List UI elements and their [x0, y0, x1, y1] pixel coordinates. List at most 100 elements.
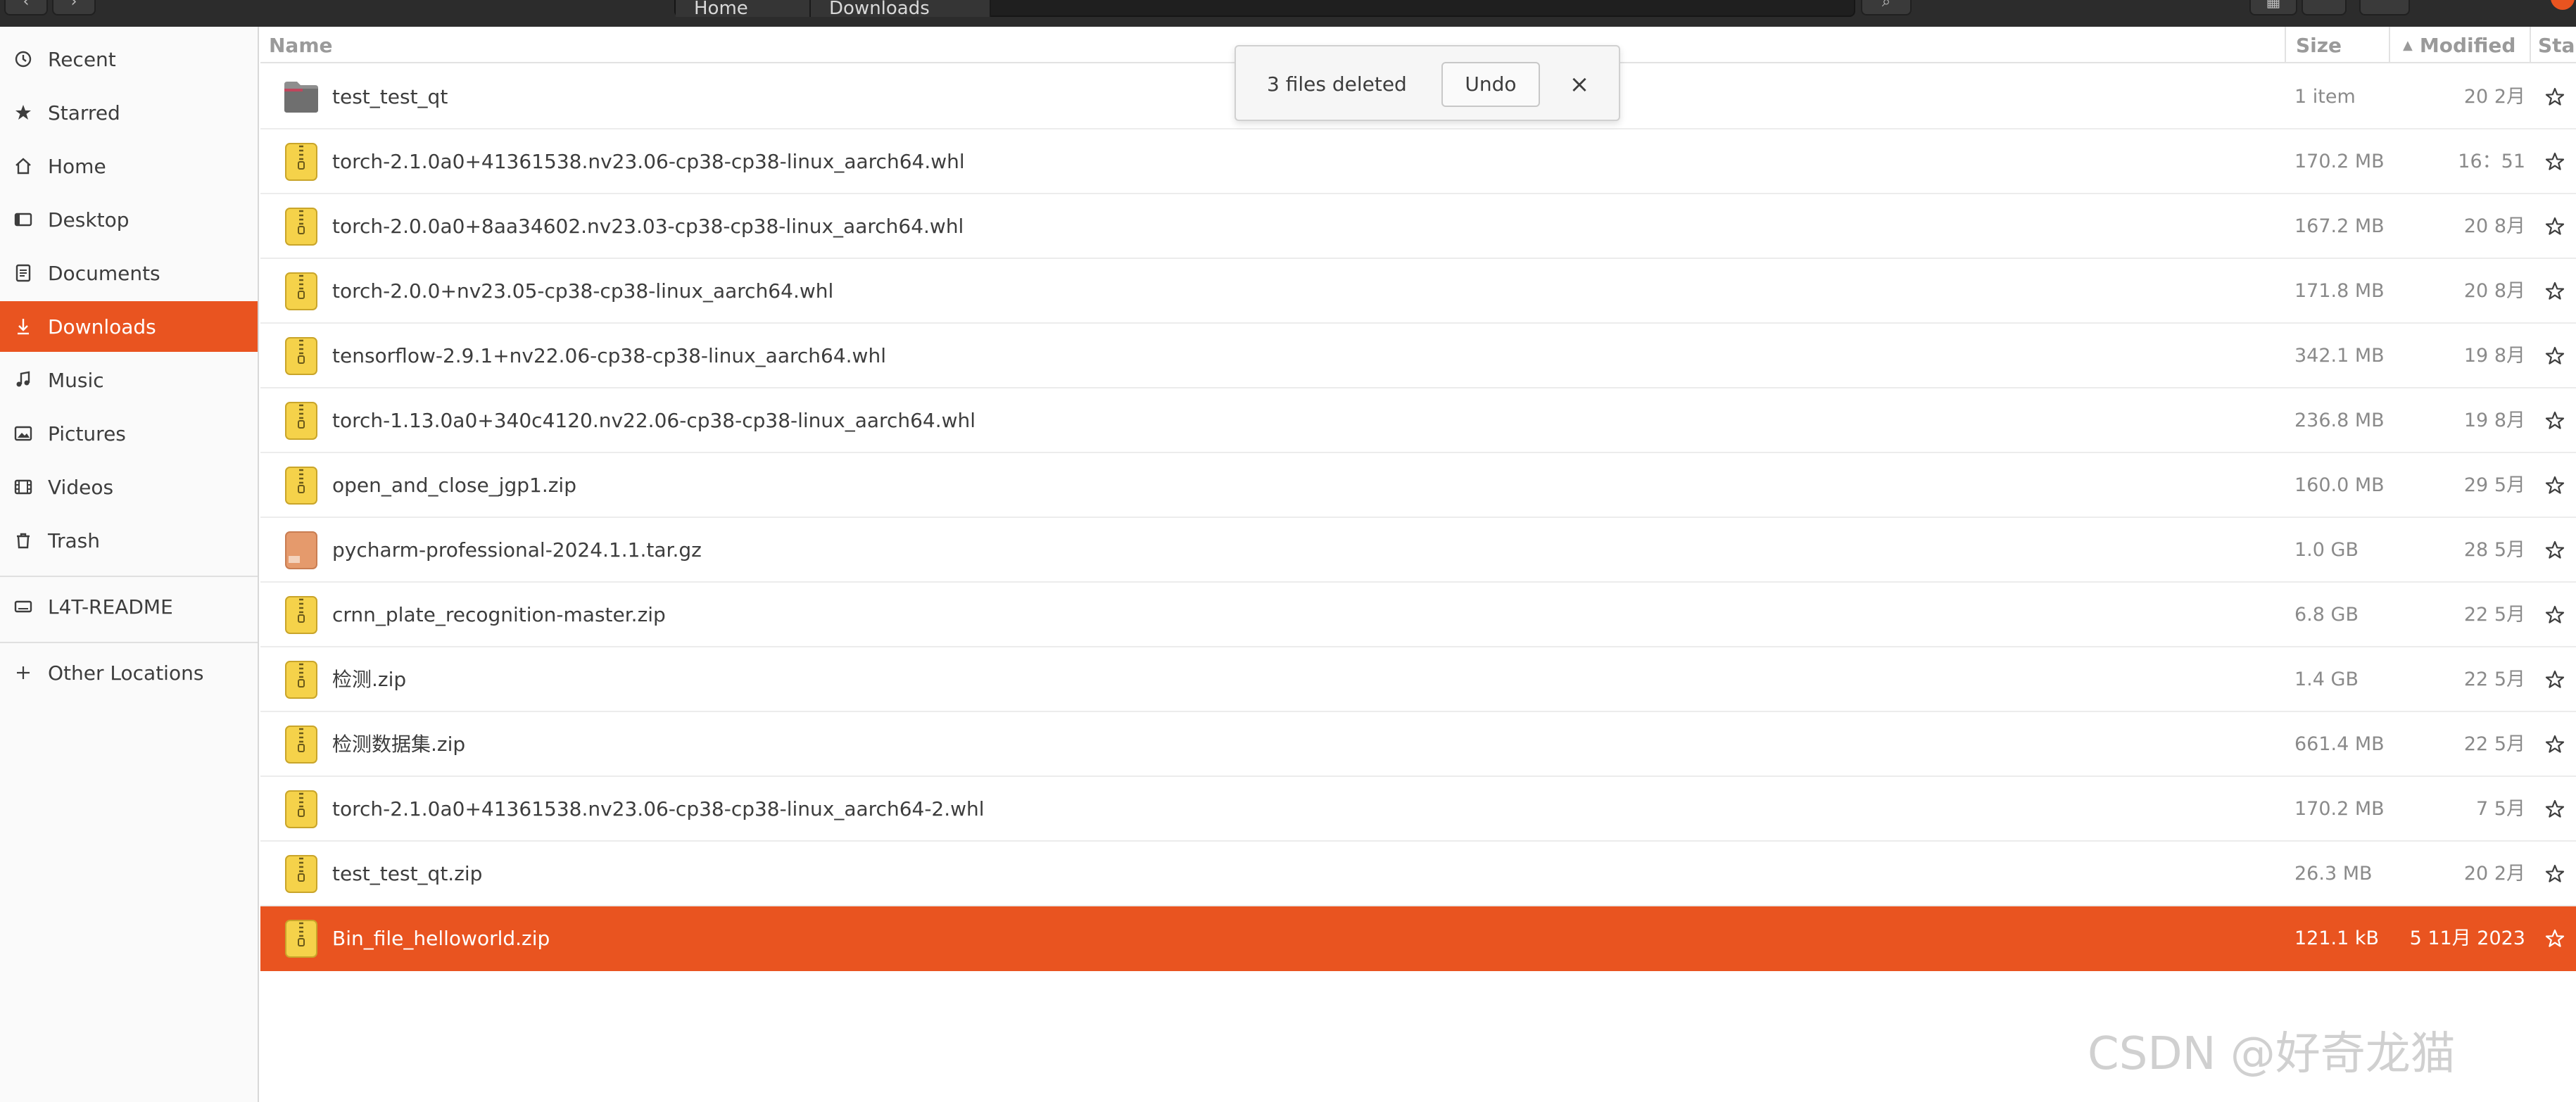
- file-size: 170.2 MB: [2294, 151, 2385, 172]
- sidebar-item-other-locations[interactable]: Other Locations: [0, 647, 258, 698]
- column-header-star[interactable]: Star: [2538, 27, 2576, 63]
- sidebar-item-home[interactable]: Home: [0, 141, 258, 191]
- file-list: Name Size ▲ Modified Star test_test_qt 1 …: [260, 27, 2576, 1102]
- view-toggle-button[interactable]: ▦: [2249, 0, 2297, 15]
- star-icon: [13, 102, 34, 123]
- undo-button[interactable]: Undo: [1441, 62, 1540, 107]
- sidebar-item-music[interactable]: Music: [0, 355, 258, 405]
- trash-icon: [13, 530, 34, 551]
- file-name: torch-2.0.0+nv23.05-cp38-cp38-linux_aarc…: [332, 279, 834, 303]
- sidebar-item-label: Trash: [48, 528, 100, 552]
- zip-file-icon: [282, 142, 321, 182]
- star-icon[interactable]: [2544, 798, 2566, 821]
- file-row[interactable]: torch-2.1.0a0+41361538.nv23.06-cp38-cp38…: [260, 777, 2576, 842]
- file-size: 167.2 MB: [2294, 215, 2385, 237]
- file-name: torch-1.13.0a0+340c4120.nv22.06-cp38-cp3…: [332, 409, 976, 432]
- zip-file-icon: [282, 919, 321, 958]
- file-row[interactable]: 检测.zip 1.4 GB 22 5月: [260, 647, 2576, 712]
- file-name: 检测数据集.zip: [332, 733, 466, 756]
- file-size: 661.4 MB: [2294, 733, 2385, 755]
- sidebar-item-label: Recent: [48, 47, 116, 71]
- file-row[interactable]: torch-2.0.0a0+8aa34602.nv23.03-cp38-cp38…: [260, 194, 2576, 259]
- column-header-modified[interactable]: ▲ Modified: [2403, 27, 2515, 63]
- file-row[interactable]: Bin_file_helloworld.zip 121.1 kB 5 11月 202…: [260, 906, 2576, 971]
- star-icon[interactable]: [2544, 863, 2566, 885]
- sidebar-item-videos[interactable]: Videos: [0, 462, 258, 512]
- back-button[interactable]: ‹: [4, 0, 48, 15]
- star-icon[interactable]: [2544, 280, 2566, 303]
- document-icon: [13, 262, 34, 284]
- file-row[interactable]: tensorflow-2.9.1+nv22.06-cp38-cp38-linux…: [260, 324, 2576, 388]
- file-size: 1.4 GB: [2294, 669, 2359, 690]
- file-name: pycharm-professional-2024.1.1.tar.gz: [332, 538, 702, 562]
- close-icon[interactable]: ×: [1560, 63, 1599, 106]
- sidebar-item-l4t-readme[interactable]: L4T-README: [0, 581, 258, 632]
- zip-file-icon: [282, 401, 321, 441]
- file-modified: 28 5月: [2463, 539, 2525, 561]
- view-options-button[interactable]: [2302, 0, 2347, 15]
- sidebar-item-label: Documents: [48, 261, 160, 285]
- file-size: 160.0 MB: [2294, 474, 2385, 496]
- sidebar-item-downloads[interactable]: Downloads: [0, 301, 258, 352]
- video-icon: [13, 476, 34, 498]
- sidebar-item-label: Home: [48, 154, 106, 178]
- clock-icon: [13, 49, 34, 70]
- file-row[interactable]: torch-1.13.0a0+340c4120.nv22.06-cp38-cp3…: [260, 388, 2576, 453]
- sidebar-item-documents[interactable]: Documents: [0, 248, 258, 298]
- sidebar-item-starred[interactable]: Starred: [0, 87, 258, 138]
- file-row[interactable]: open_and_close_jgp1.zip 160.0 MB 29 5月: [260, 453, 2576, 518]
- sidebar-item-recent[interactable]: Recent: [0, 34, 258, 84]
- sidebar-item-label: Downloads: [48, 315, 156, 338]
- sidebar-item-desktop[interactable]: Desktop: [0, 194, 258, 245]
- star-icon[interactable]: [2544, 345, 2566, 367]
- file-row[interactable]: test_test_qt.zip 26.3 MB 20 2月: [260, 842, 2576, 906]
- zip-file-icon: [282, 725, 321, 764]
- forward-button[interactable]: ›: [52, 0, 96, 15]
- zip-file-icon: [282, 207, 321, 246]
- star-icon[interactable]: [2544, 927, 2566, 950]
- file-row[interactable]: pycharm-professional-2024.1.1.tar.gz 1.0 …: [260, 518, 2576, 583]
- sort-ascending-icon: ▲: [2403, 37, 2413, 53]
- star-icon[interactable]: [2544, 733, 2566, 756]
- menu-button[interactable]: [2359, 0, 2410, 15]
- file-manager-window: ‹ › Home Downloads ⌕ ▦ Recent Starred Ho…: [0, 0, 2576, 1102]
- zip-file-icon: [282, 660, 321, 699]
- file-row[interactable]: torch-2.0.0+nv23.05-cp38-cp38-linux_aarc…: [260, 259, 2576, 324]
- file-name: Bin_file_helloworld.zip: [332, 927, 550, 950]
- path-bar: Home Downloads: [674, 0, 1855, 17]
- star-icon[interactable]: [2544, 474, 2566, 497]
- star-icon[interactable]: [2544, 86, 2566, 108]
- file-size: 1 item: [2294, 86, 2356, 108]
- file-modified: 22 5月: [2463, 604, 2525, 626]
- file-name: test_test_qt: [332, 85, 448, 108]
- chevron-left-icon: ‹: [23, 0, 30, 11]
- column-header-size[interactable]: Size: [2296, 27, 2342, 63]
- file-modified: 20 8月: [2463, 280, 2525, 302]
- grid-view-icon: ▦: [2266, 0, 2281, 11]
- column-header-name[interactable]: Name: [269, 27, 333, 63]
- file-name: test_test_qt.zip: [332, 862, 483, 885]
- breadcrumb-home[interactable]: Home: [676, 0, 811, 17]
- file-name: tensorflow-2.9.1+nv22.06-cp38-cp38-linux…: [332, 344, 886, 367]
- search-button[interactable]: ⌕: [1861, 0, 1912, 15]
- star-icon[interactable]: [2544, 539, 2566, 562]
- file-name: crnn_plate_recognition-master.zip: [332, 603, 666, 626]
- star-icon[interactable]: [2544, 604, 2566, 626]
- star-icon[interactable]: [2544, 151, 2566, 173]
- sidebar-item-trash[interactable]: Trash: [0, 515, 258, 566]
- folder-icon: [282, 77, 321, 117]
- sidebar-item-pictures[interactable]: Pictures: [0, 408, 258, 459]
- star-icon[interactable]: [2544, 410, 2566, 432]
- window-close-button[interactable]: [2551, 0, 2575, 10]
- file-row[interactable]: torch-2.1.0a0+41361538.nv23.06-cp38-cp38…: [260, 129, 2576, 194]
- file-size: 342.1 MB: [2294, 345, 2385, 367]
- file-row[interactable]: crnn_plate_recognition-master.zip 6.8 GB 2…: [260, 583, 2576, 647]
- breadcrumb-downloads[interactable]: Downloads: [811, 0, 991, 17]
- watermark: CSDN @好奇龙猫: [2088, 1028, 2456, 1080]
- star-icon[interactable]: [2544, 215, 2566, 238]
- file-modified: 5 11月 2023: [2409, 927, 2525, 949]
- file-row[interactable]: 检测数据集.zip 661.4 MB 22 5月: [260, 712, 2576, 777]
- plus-icon: [13, 662, 34, 683]
- star-icon[interactable]: [2544, 669, 2566, 691]
- search-icon: ⌕: [1881, 0, 1891, 11]
